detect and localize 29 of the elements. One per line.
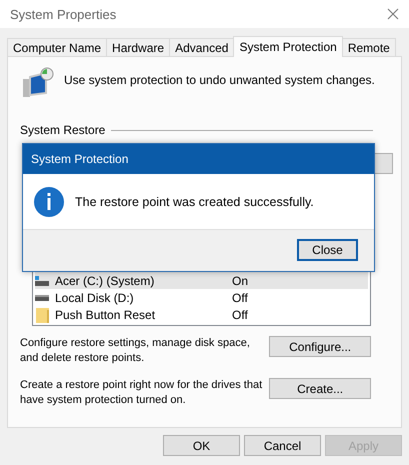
tab[interactable]: System Protection: [233, 36, 343, 57]
create-button[interactable]: Create...: [269, 378, 371, 399]
configure-description: Configure restore settings, manage disk space, and delete restore points.: [20, 336, 251, 366]
dialog-title: System Protection: [31, 152, 128, 166]
protection-status: On: [232, 274, 248, 288]
protection-status: Off: [232, 290, 248, 304]
dialog-button[interactable]: OK: [163, 435, 240, 456]
drive-name: Local Disk (D:): [55, 290, 135, 304]
info-icon: [33, 186, 65, 218]
drive-row[interactable]: Push Button Reset Off: [35, 306, 368, 323]
tab[interactable]: Remote: [342, 38, 396, 56]
description-text: Use system protection to undo unwanted system changes.: [64, 73, 375, 87]
close-icon[interactable]: [387, 8, 399, 20]
create-description: Create a restore point right now for the drives that have system protection turned on.: [20, 378, 264, 408]
drive-row[interactable]: Acer (C:) (System) On: [35, 272, 368, 289]
window-title: System Properties: [10, 6, 116, 22]
drive-icon: [35, 294, 49, 300]
drive-name: Acer (C:) (System): [55, 274, 156, 288]
configure-button[interactable]: Configure...: [269, 336, 371, 357]
drive-name: Push Button Reset: [55, 308, 156, 322]
tab[interactable]: Computer Name: [7, 38, 108, 56]
protection-status: Off: [232, 308, 248, 322]
close-button[interactable]: Close: [297, 239, 358, 261]
dialog-message: The restore point was created successfully.: [75, 194, 314, 208]
group-label: System Restore: [20, 123, 106, 137]
drive-row[interactable]: Local Disk (D:) Off: [35, 289, 368, 306]
folder-icon: [35, 306, 51, 322]
drive-icon: [35, 276, 49, 286]
dialog-button[interactable]: Cancel: [244, 435, 321, 456]
